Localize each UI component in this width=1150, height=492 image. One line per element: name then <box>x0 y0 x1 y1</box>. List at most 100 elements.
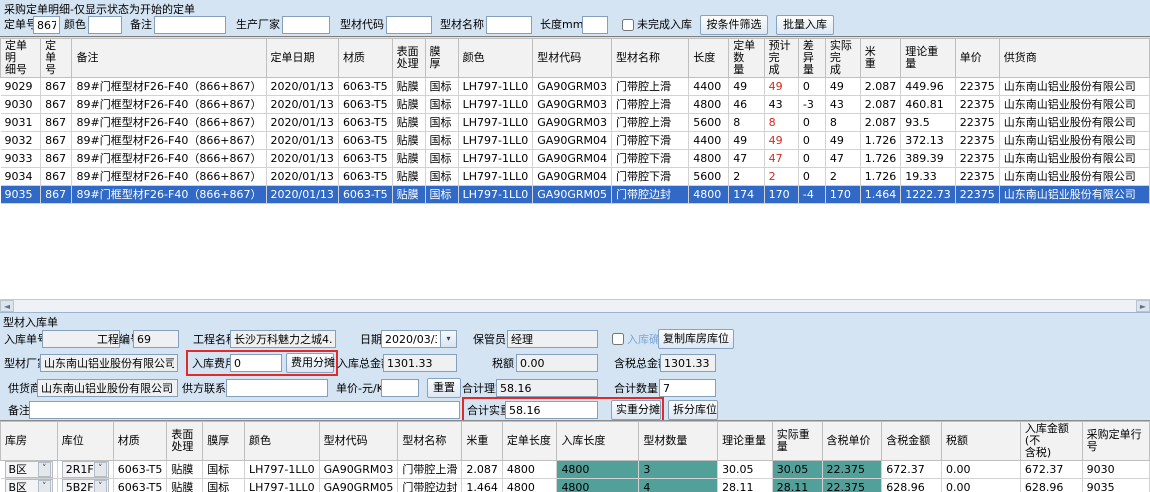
column-header[interactable]: 定单明 细号 <box>1 39 41 78</box>
remark-filter-input[interactable] <box>154 16 226 34</box>
column-header[interactable]: 采购定单行 号 <box>1082 422 1149 461</box>
column-header[interactable]: 入库金额(不 含税) <box>1020 422 1082 461</box>
order-row[interactable]: 903186789#门框型材F26-F40（866+867）2020/01/13… <box>1 114 1150 132</box>
column-header[interactable]: 单价 <box>955 39 999 78</box>
chevron-down-icon[interactable]: ˅ <box>94 462 107 477</box>
column-header[interactable]: 库位 <box>57 422 113 461</box>
column-header[interactable]: 实际完 成 <box>825 39 860 78</box>
filter-by-condition-button[interactable]: 按条件筛选 <box>700 15 768 35</box>
column-header[interactable]: 米 重 <box>860 39 901 78</box>
cell: 672.37 <box>882 461 942 479</box>
order-row[interactable]: 902986789#门框型材F26-F40（866+867）2020/01/13… <box>1 78 1150 96</box>
column-header[interactable]: 材质 <box>113 422 167 461</box>
column-header[interactable]: 材质 <box>338 39 392 78</box>
warehouse-combo[interactable]: B区˅ <box>1 479 58 492</box>
column-header[interactable]: 型材代码 <box>533 39 612 78</box>
column-header[interactable]: 膜厚 <box>203 422 245 461</box>
profile-code-filter-input[interactable] <box>386 16 432 34</box>
total-actual-weight-input[interactable] <box>505 401 598 419</box>
total-theory-weight-input[interactable] <box>496 379 598 397</box>
batch-inbound-button[interactable]: 批量入库 <box>776 15 834 35</box>
cell: 867 <box>41 114 72 132</box>
column-header[interactable]: 理论重量 <box>718 422 773 461</box>
column-header[interactable]: 供货商 <box>999 39 1149 78</box>
date-dropdown-button[interactable]: ▾ <box>440 330 457 348</box>
horizontal-scrollbar[interactable]: ◄ ► <box>0 299 1150 312</box>
column-header[interactable]: 备注 <box>72 39 266 78</box>
cell: 国标 <box>203 479 245 492</box>
cell: 1.726 <box>860 132 901 150</box>
chevron-down-icon[interactable]: ˅ <box>38 462 51 477</box>
supplier-contact-input[interactable] <box>226 379 328 397</box>
copy-warehouse-location-button[interactable]: 复制库房库位 <box>658 329 734 349</box>
warehouse-combo[interactable]: B区˅ <box>1 461 58 479</box>
inbound-row[interactable]: B区˅5B2F˅6063-T5贴膜国标LH797-1LL0GA90GRM05门带… <box>1 479 1150 492</box>
fee-allocate-button[interactable]: 费用分摊 <box>286 353 334 373</box>
cell: 2020/01/13 <box>266 186 338 204</box>
order-row[interactable]: 903286789#门框型材F26-F40（866+867）2020/01/13… <box>1 132 1150 150</box>
column-header[interactable]: 库房 <box>1 422 58 461</box>
keeper-input[interactable] <box>507 330 598 348</box>
order-row[interactable]: 903086789#门框型材F26-F40（866+867）2020/01/13… <box>1 96 1150 114</box>
column-header[interactable]: 型材代码 <box>319 422 398 461</box>
profile-name-filter-input[interactable] <box>486 16 532 34</box>
unfinished-inbound-checkbox[interactable] <box>622 19 634 31</box>
profile-factory-input[interactable] <box>40 354 178 372</box>
column-header[interactable]: 差异量 <box>798 39 825 78</box>
project-no-input[interactable] <box>133 330 179 348</box>
column-header[interactable]: 实际重量 <box>772 422 822 461</box>
column-header[interactable]: 颜色 <box>458 39 533 78</box>
chevron-down-icon[interactable]: ˅ <box>94 480 107 492</box>
order-row[interactable]: 903586789#门框型材F26-F40（866+867）2020/01/13… <box>1 186 1150 204</box>
column-header[interactable]: 表面 处理 <box>167 422 203 461</box>
column-header[interactable]: 预计完 成 <box>764 39 798 78</box>
unit-price-input[interactable] <box>381 379 419 397</box>
column-header[interactable]: 长度 <box>689 39 729 78</box>
tax-input[interactable] <box>516 354 598 372</box>
chevron-down-icon[interactable]: ˅ <box>38 480 51 492</box>
location-combo[interactable]: 2R1F˅ <box>57 461 113 479</box>
column-header[interactable]: 定单数 量 <box>729 39 764 78</box>
cell: 49 <box>729 132 764 150</box>
scroll-left-arrow-icon[interactable]: ◄ <box>0 300 14 312</box>
inbound-confirm-checkbox[interactable] <box>612 333 624 345</box>
supplier-input[interactable] <box>37 379 178 397</box>
column-header[interactable]: 含税金额 <box>882 422 942 461</box>
column-header[interactable]: 定单长度 <box>502 422 557 461</box>
cell: 4 <box>639 479 718 492</box>
column-header[interactable]: 颜色 <box>245 422 320 461</box>
column-header[interactable]: 定 单 号 <box>41 39 72 78</box>
column-header[interactable]: 含税单价 <box>822 422 882 461</box>
color-input[interactable] <box>88 16 122 34</box>
column-header[interactable]: 税额 <box>941 422 1020 461</box>
column-header[interactable]: 表面 处理 <box>392 39 425 78</box>
split-location-button[interactable]: 拆分库位 <box>668 400 718 420</box>
project-name-input[interactable] <box>230 330 336 348</box>
order-no-input[interactable] <box>33 16 60 34</box>
remark-input[interactable] <box>29 401 460 419</box>
date-input[interactable] <box>381 330 441 348</box>
total-qty-input[interactable] <box>659 379 716 397</box>
inbound-row[interactable]: B区˅2R1F˅6063-T5贴膜国标LH797-1LL0GA90GRM03门带… <box>1 461 1150 479</box>
column-header[interactable]: 理论重 量 <box>901 39 956 78</box>
weight-allocate-button[interactable]: 实重分摊 <box>611 400 661 420</box>
inbound-fee-input[interactable] <box>230 354 282 372</box>
order-row[interactable]: 903386789#门框型材F26-F40（866+867）2020/01/13… <box>1 150 1150 168</box>
manufacturer-input[interactable] <box>282 16 330 34</box>
column-header[interactable]: 米重 <box>462 422 503 461</box>
column-header[interactable]: 入库长度 <box>557 422 639 461</box>
column-header[interactable]: 膜 厚 <box>425 39 458 78</box>
cell: 门带腔上滑 <box>611 114 688 132</box>
inbound-total-input[interactable] <box>383 354 457 372</box>
tax-total-input[interactable] <box>660 354 716 372</box>
column-header[interactable]: 型材数量 <box>639 422 718 461</box>
length-filter-input[interactable] <box>582 16 608 34</box>
scroll-right-arrow-icon[interactable]: ► <box>1136 300 1150 312</box>
column-header[interactable]: 型材名称 <box>398 422 462 461</box>
column-header[interactable]: 型材名称 <box>611 39 688 78</box>
order-row[interactable]: 903486789#门框型材F26-F40（866+867）2020/01/13… <box>1 168 1150 186</box>
location-combo[interactable]: 5B2F˅ <box>57 479 113 492</box>
cell: 2020/01/13 <box>266 114 338 132</box>
column-header[interactable]: 定单日期 <box>266 39 338 78</box>
reset-button[interactable]: 重置 <box>427 378 461 398</box>
